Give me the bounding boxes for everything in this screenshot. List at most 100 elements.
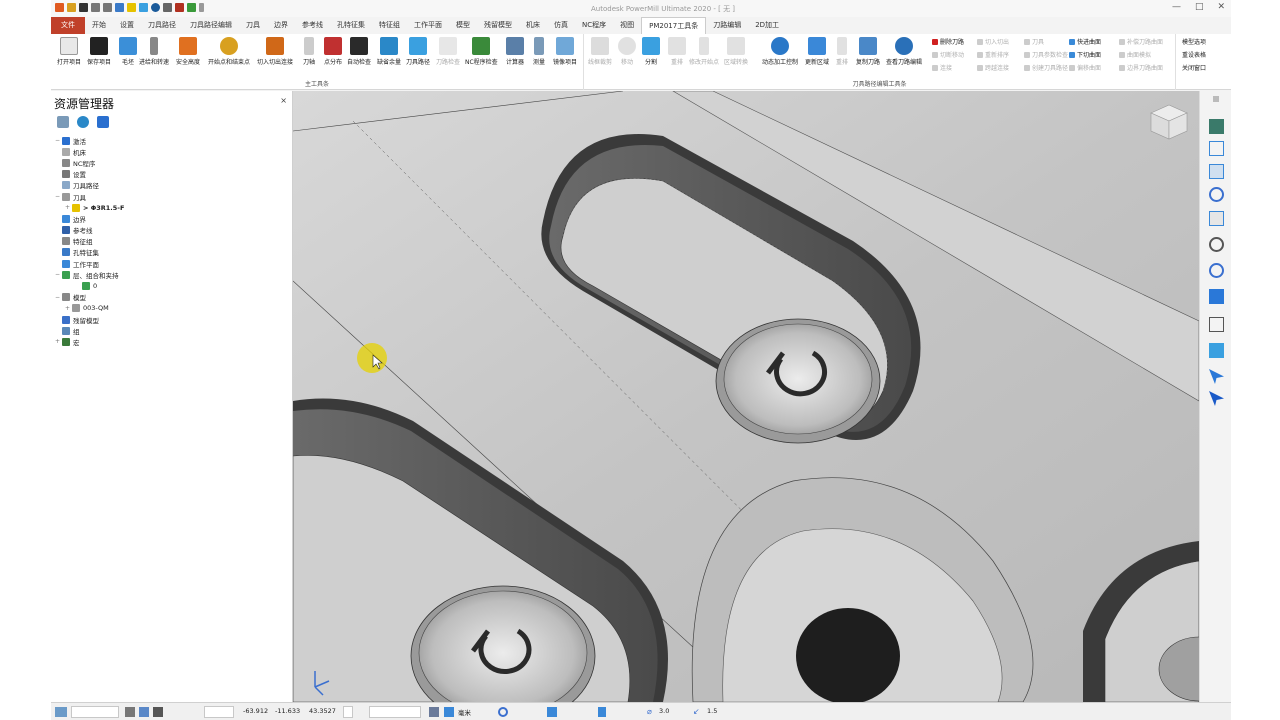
tab-machine[interactable]: 机床	[519, 17, 547, 34]
model-options-item[interactable]: 模型选项	[1182, 37, 1206, 46]
redo-icon[interactable]	[103, 3, 112, 12]
surface-sim-item[interactable]: 曲面模拟	[1119, 50, 1163, 59]
tree-node[interactable]: 边界	[55, 213, 124, 224]
tab-home[interactable]: 开始	[85, 17, 113, 34]
offset-surface-item[interactable]: 偏移曲面	[1069, 63, 1101, 72]
app-logo-icon[interactable]	[55, 3, 64, 12]
default-thickness-button[interactable]: 缺省余量	[377, 37, 401, 66]
trash-icon[interactable]	[97, 116, 109, 128]
nc-program-check-button[interactable]: NC程序检查	[465, 37, 498, 66]
tree-node[interactable]: − 层、组合和夹持	[55, 269, 124, 280]
lock-icon[interactable]	[153, 707, 163, 717]
save-icon[interactable]	[79, 3, 88, 12]
pen-icon[interactable]	[55, 707, 67, 717]
tab-tool[interactable]: 刀具	[239, 17, 267, 34]
tree-node[interactable]: 工作平面	[55, 258, 124, 269]
tree-node[interactable]: NC程序	[55, 157, 124, 168]
tree-toggle-icon[interactable]: −	[55, 193, 62, 200]
tool-param-check-item[interactable]: 刀具参数检查	[1024, 50, 1068, 59]
region-convert-button[interactable]: 区域转换	[724, 37, 748, 66]
tree-node[interactable]: 组	[55, 325, 124, 336]
graphics-viewport[interactable]	[293, 91, 1199, 702]
tab-features[interactable]: 特征组	[372, 17, 407, 34]
block-view-icon[interactable]	[1209, 343, 1224, 358]
tree-toggle-icon[interactable]: +	[65, 204, 72, 211]
save-project-button[interactable]: 保存项目	[87, 37, 111, 66]
delete-toolpath-item[interactable]: 删除刀路	[932, 37, 964, 46]
tree-node[interactable]: 残留模型	[55, 314, 124, 325]
tree-node[interactable]: − 激活	[55, 135, 124, 146]
image-icon[interactable]	[139, 707, 149, 717]
shaded-view-icon[interactable]	[1209, 289, 1224, 304]
tree-toggle-icon[interactable]: −	[55, 137, 62, 144]
tree-node[interactable]: 0	[55, 280, 124, 291]
toolbar-collapse-icon[interactable]	[1213, 96, 1219, 102]
tab-setup[interactable]: 设置	[113, 17, 141, 34]
copy-toolpath-button[interactable]: 复制刀路	[856, 37, 880, 66]
feeds-speeds-button[interactable]: 进给和转速	[139, 37, 169, 66]
leads-links-button[interactable]: 切入切出连接	[257, 37, 293, 66]
model-icon[interactable]	[187, 3, 196, 12]
comp-surface-item[interactable]: 补偿刀路曲面	[1119, 37, 1163, 46]
tab-simulation[interactable]: 仿真	[547, 17, 575, 34]
zoom-all-icon[interactable]	[1209, 263, 1224, 278]
tab-model[interactable]: 模型	[449, 17, 477, 34]
move-button[interactable]: 移动	[618, 37, 636, 66]
maximize-button[interactable]: □	[1195, 2, 1204, 12]
tool-item[interactable]: 刀具	[1024, 37, 1068, 46]
select-arrow-icon[interactable]	[1209, 369, 1224, 384]
tab-stock-model[interactable]: 残留模型	[477, 17, 519, 34]
tab-2d-machining[interactable]: 2D加工	[748, 17, 786, 34]
tool-tip-icon[interactable]	[547, 707, 557, 717]
cut-move-item[interactable]: 切断移动	[932, 50, 964, 59]
tree-toggle-icon[interactable]: +	[55, 338, 62, 345]
create-toolpath-item[interactable]: 创建刀具路径	[1024, 63, 1068, 72]
toolpath-check-button[interactable]: 刀路检查	[436, 37, 460, 66]
crosshair-icon[interactable]	[498, 707, 508, 717]
close-button[interactable]: ✕	[1217, 2, 1225, 12]
reorder-button[interactable]: 重排	[668, 37, 686, 66]
tab-pm2017-toolbar[interactable]: PM2017工具条	[641, 17, 707, 34]
link-item[interactable]: 连接	[932, 63, 964, 72]
plunge-surface-item[interactable]: 下切曲面	[1069, 50, 1101, 59]
start-end-point-button[interactable]: 开始点和结束点	[208, 37, 250, 66]
auto-verify-button[interactable]: 自动检查	[347, 37, 371, 66]
grid-icon[interactable]	[125, 707, 135, 717]
tree-node[interactable]: + > Φ3R1.5-F	[55, 202, 124, 213]
gear-icon[interactable]	[163, 3, 172, 12]
workplane-select[interactable]	[369, 706, 421, 718]
boundary-icon[interactable]	[139, 3, 148, 12]
tab-holes[interactable]: 孔特征集	[330, 17, 372, 34]
snap-box[interactable]	[204, 706, 234, 718]
skip-link-item[interactable]: 跨越连接	[977, 63, 1009, 72]
sphere-icon[interactable]	[151, 3, 160, 12]
tab-view[interactable]: 视图	[613, 17, 641, 34]
undo-icon[interactable]	[91, 3, 100, 12]
globe-icon[interactable]	[77, 116, 89, 128]
rapid-height-button[interactable]: 安全高度	[176, 37, 200, 66]
mirror-project-button[interactable]: 镜像项目	[553, 37, 577, 66]
dropdown-icon[interactable]	[199, 3, 204, 12]
change-start-point-button[interactable]: 修改开始点	[689, 37, 719, 66]
tab-path-edit[interactable]: 刀路编辑	[706, 17, 748, 34]
minimize-button[interactable]: —	[1172, 2, 1181, 12]
view-iso-icon[interactable]	[1209, 119, 1224, 134]
wireframe-view-icon[interactable]	[1209, 317, 1224, 332]
tool-holder-icon[interactable]	[598, 707, 606, 717]
calculator-button[interactable]: 计算器	[506, 37, 524, 66]
tab-nc-programs[interactable]: NC程序	[575, 17, 613, 34]
tree-toggle-icon[interactable]: −	[55, 271, 62, 278]
tool-axis-button[interactable]: 刀轴	[303, 37, 315, 66]
zoom-box-icon[interactable]	[1209, 237, 1224, 252]
tree-node[interactable]: − 模型	[55, 292, 124, 303]
zoom-page-icon[interactable]	[1209, 211, 1224, 226]
tool-icon[interactable]	[127, 3, 136, 12]
view-shaded-cube-icon[interactable]	[1209, 164, 1224, 179]
boundary-surface-item[interactable]: 边界刀路曲面	[1119, 63, 1163, 72]
tree-node[interactable]: 特征组	[55, 236, 124, 247]
dynamic-machine-control-button[interactable]: 动态加工控制	[762, 37, 798, 66]
tree-toggle-icon[interactable]: −	[55, 294, 62, 301]
explorer-close-button[interactable]: ×	[280, 96, 287, 105]
tree-view-icon[interactable]	[57, 116, 69, 128]
resort-item[interactable]: 重新排序	[977, 50, 1009, 59]
